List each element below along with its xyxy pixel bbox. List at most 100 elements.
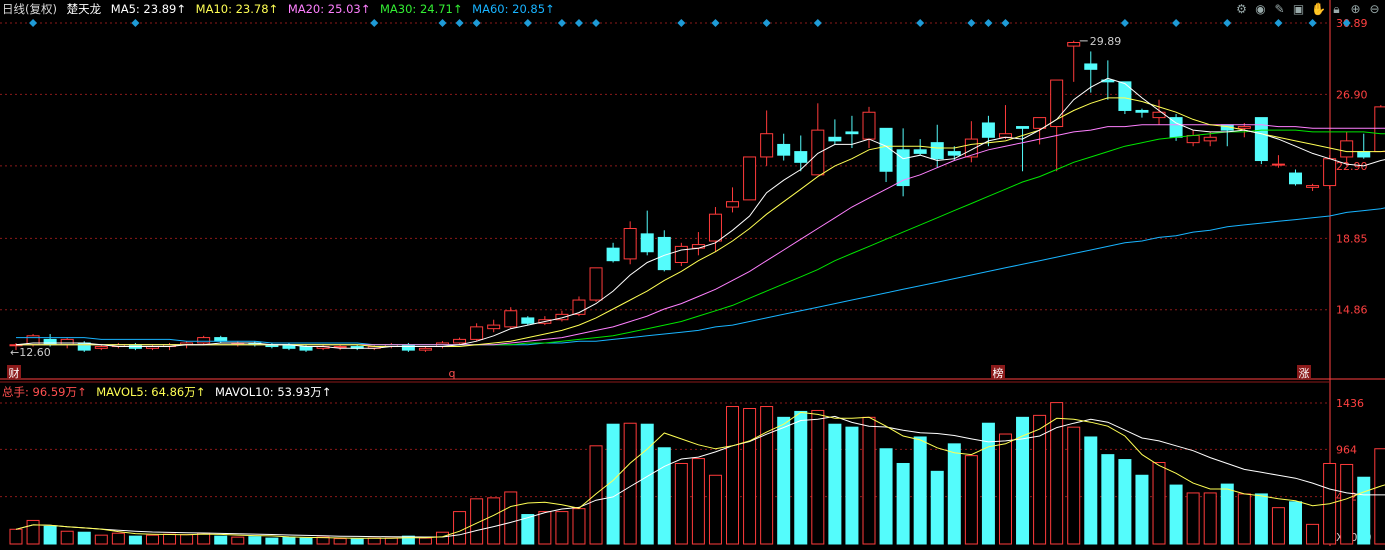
volume-bar <box>1271 507 1285 545</box>
candle-body <box>43 338 57 346</box>
marker-bang: 榜 <box>993 366 1004 380</box>
volume-bar <box>9 528 23 545</box>
event-diamond-marker <box>438 19 447 27</box>
box-icon[interactable]: ▣ <box>1292 2 1305 16</box>
candle-body <box>453 338 467 344</box>
volume-bar <box>913 436 927 545</box>
volume-bar <box>214 535 228 545</box>
candle-body <box>930 142 944 160</box>
volume-bar <box>1254 493 1268 545</box>
event-diamond-marker <box>1120 19 1129 27</box>
candle-body <box>1067 41 1081 47</box>
volume-bar <box>879 448 893 545</box>
eye-icon[interactable]: ◉ <box>1254 2 1267 16</box>
volume-bar <box>947 443 961 545</box>
ma10-label: MA10: 23.78↑ <box>195 2 279 16</box>
candle-body <box>1033 117 1047 129</box>
volume-bar <box>1374 448 1385 545</box>
volume-bar <box>640 423 654 545</box>
volume-bar <box>350 538 364 545</box>
kline-chart[interactable]: 30.8926.9022.9018.8514.861436964482X1000… <box>0 0 1385 546</box>
candle-body <box>1271 163 1285 166</box>
volume-bar <box>1306 523 1320 545</box>
candle-body <box>470 326 484 340</box>
volume-bar <box>1289 501 1302 545</box>
volume-bar <box>77 531 91 545</box>
volume-tick-label: 1436 <box>1336 397 1364 410</box>
volume-bar <box>811 409 825 545</box>
candle-body <box>1323 158 1337 187</box>
candle-body <box>640 233 654 253</box>
event-diamond-marker <box>592 19 601 27</box>
volume-bar <box>145 534 159 545</box>
event-diamond-marker <box>472 19 481 27</box>
event-diamond-marker <box>29 19 38 27</box>
price-tick-label: 18.85 <box>1336 232 1368 245</box>
candle-body <box>487 324 501 330</box>
volume-bar <box>197 532 211 545</box>
ma60-line <box>16 207 1385 346</box>
volume-bar <box>657 447 671 545</box>
volume-bar <box>777 416 791 545</box>
volume-bar <box>43 525 57 545</box>
event-diamond-marker <box>523 19 532 27</box>
event-diamond-marker <box>916 19 925 27</box>
plus-icon[interactable]: ⊕ <box>1349 2 1362 16</box>
volume-bar <box>367 537 381 545</box>
volume-bar <box>436 531 449 545</box>
candle-body <box>1374 106 1385 153</box>
event-diamond-marker <box>677 19 686 27</box>
volume-tick-label: 964 <box>1336 443 1357 456</box>
volume-bar <box>333 538 347 545</box>
chart-toolbar: ⚙ ◉ ✎ ▣ ✋ 🔒︎ ⊕ ⊖ <box>1235 2 1381 18</box>
volume-bar <box>418 537 432 545</box>
candle-body <box>1135 109 1149 113</box>
minus-icon[interactable]: ⊖ <box>1368 2 1381 16</box>
volume-total-label: 总手: 96.59万↑ <box>2 385 87 399</box>
volume-bar <box>453 511 467 545</box>
volume-bar <box>1220 483 1234 545</box>
hand-icon[interactable]: ✋ <box>1311 2 1326 16</box>
candle-body <box>623 227 637 260</box>
candle-body <box>1084 63 1098 70</box>
candle-body <box>811 129 825 176</box>
volume-bar <box>1203 492 1217 545</box>
volume-bar <box>896 462 910 545</box>
volume-bar <box>1186 492 1200 545</box>
price-header: 日线(复权) 楚天龙 MA5: 23.89↑ MA10: 23.78↑ MA20… <box>2 0 561 18</box>
price-tick-label: 26.90 <box>1336 88 1368 101</box>
period-label[interactable]: 日线(复权) <box>2 2 57 16</box>
volume-bar <box>94 534 108 545</box>
volume-bar <box>1135 474 1149 545</box>
candle-body <box>606 247 620 262</box>
event-diamond-marker <box>131 19 140 27</box>
candle-body <box>94 346 108 349</box>
pen-icon[interactable]: ✎ <box>1273 2 1286 16</box>
mavol5-label: MAVOL5: 64.86万↑ <box>96 385 206 399</box>
volume-bar <box>845 426 859 545</box>
candle-body <box>845 131 859 135</box>
candle-body <box>1016 126 1030 129</box>
volume-bar <box>743 407 757 545</box>
chart-canvas[interactable]: 30.8926.9022.9018.8514.861436964482X1000… <box>0 0 1385 546</box>
volume-bar <box>572 508 586 545</box>
lock-icon[interactable]: 🔒︎ <box>1330 2 1343 16</box>
event-diamond-marker <box>711 19 720 27</box>
volume-bar <box>726 406 740 545</box>
volume-bar <box>128 535 142 545</box>
event-diamond-marker <box>984 19 993 27</box>
marker-cai: 财 <box>9 366 20 380</box>
volume-bar <box>555 511 569 545</box>
candle-body <box>1289 172 1302 185</box>
ma30-label: MA30: 24.71↑ <box>380 2 463 16</box>
volume-bar <box>1084 436 1098 545</box>
candle-body <box>1169 117 1183 138</box>
gear-icon[interactable]: ⚙ <box>1235 2 1248 16</box>
volume-bar <box>964 455 978 545</box>
event-diamond-marker <box>967 19 976 27</box>
volume-bar <box>163 533 177 545</box>
candle-body <box>214 337 228 342</box>
volume-bar <box>1118 459 1132 545</box>
event-diamond-marker <box>574 19 583 27</box>
volume-bar <box>674 462 688 545</box>
